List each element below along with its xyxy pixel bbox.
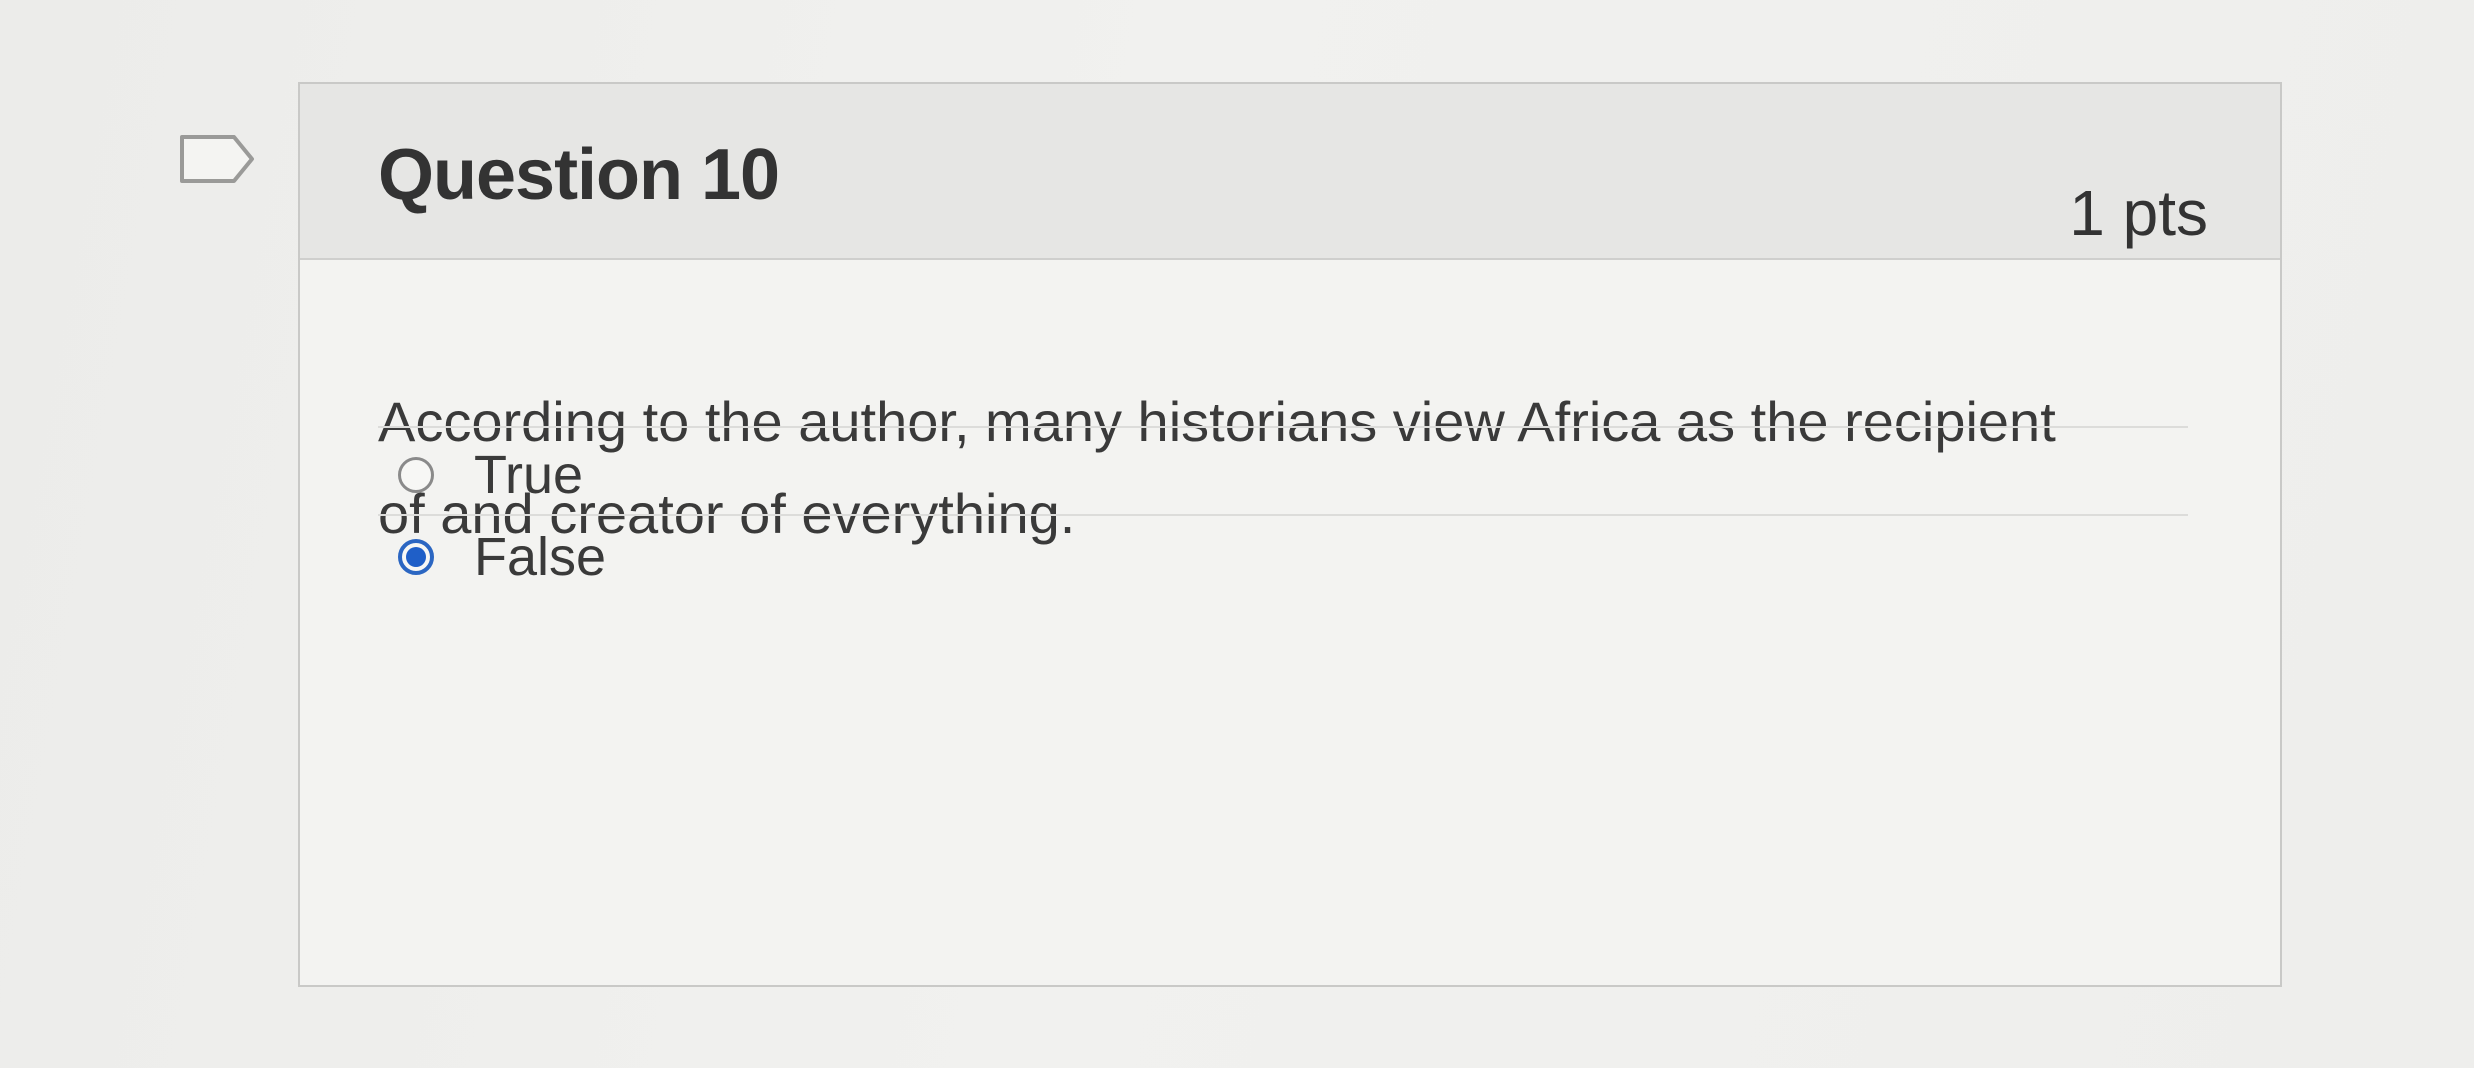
- radio-true[interactable]: [398, 457, 434, 493]
- answer-divider: [378, 426, 2188, 428]
- answer-label-true: True: [474, 445, 584, 505]
- quiz-page: Question 10 1 pts According to the autho…: [0, 0, 2474, 1068]
- flag-question-icon[interactable]: [178, 133, 256, 185]
- question-header: Question 10 1 pts: [300, 84, 2280, 260]
- answer-divider: [378, 514, 2188, 516]
- question-text: According to the author, many historians…: [378, 390, 2056, 545]
- question-card: Question 10 1 pts According to the autho…: [298, 82, 2282, 987]
- question-points: 1 pts: [2069, 177, 2208, 249]
- answer-true[interactable]: True: [398, 444, 583, 506]
- answer-label-false: False: [474, 527, 607, 587]
- answer-false[interactable]: False: [398, 526, 606, 588]
- radio-false-selected[interactable]: [398, 539, 434, 575]
- question-title: Question 10: [378, 135, 780, 215]
